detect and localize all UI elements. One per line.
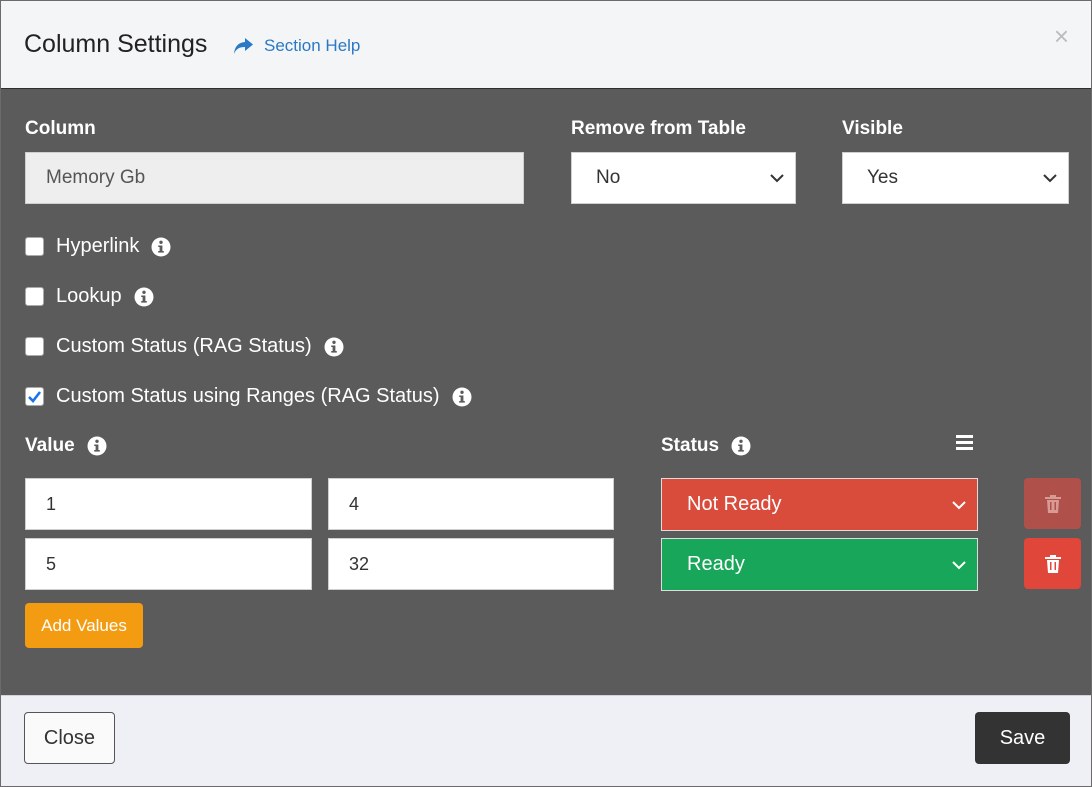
custom-status-ranges-checkbox[interactable] [25,387,44,406]
custom-status-ranges-option: Custom Status using Ranges (RAG Status) [25,385,472,408]
value-label: Value [25,435,75,456]
range-to-value: 32 [349,553,370,574]
status-select-not-ready[interactable]: Not Ready [661,478,978,531]
custom-status-checkbox[interactable] [25,337,44,356]
status-select-ready[interactable]: Ready [661,538,978,591]
lookup-option: Lookup [25,285,154,308]
add-values-button[interactable]: Add Values [25,603,143,648]
chevron-down-icon [952,500,966,509]
chevron-down-icon [952,560,966,569]
close-button[interactable]: Close [24,712,115,764]
chevron-down-icon [1043,174,1057,183]
delete-row-button[interactable] [1024,538,1081,589]
column-settings-modal: Column Settings Section Help × Column Re… [0,0,1092,787]
close-icon[interactable]: × [1054,23,1069,49]
status-value: Ready [687,553,745,575]
lookup-label: Lookup [56,285,122,307]
custom-status-ranges-label: Custom Status using Ranges (RAG Status) [56,385,440,407]
info-icon[interactable] [134,287,154,307]
range-to-input[interactable]: 32 [328,538,614,590]
custom-status-label: Custom Status (RAG Status) [56,335,312,357]
trash-icon [1044,494,1061,513]
column-name-value: Memory Gb [46,167,146,188]
delete-row-button-disabled[interactable] [1024,478,1081,529]
status-header: Status [661,435,751,457]
trash-icon [1044,554,1061,573]
remove-from-table-value: No [596,167,621,188]
range-from-input[interactable]: 5 [25,538,312,590]
range-to-input[interactable]: 4 [328,478,614,530]
remove-from-table-select[interactable]: No [571,152,796,204]
status-value: Not Ready [687,493,782,515]
hyperlink-option: Hyperlink [25,235,171,258]
modal-header: Column Settings Section Help × [1,1,1091,89]
section-help-link[interactable]: Section Help [233,36,360,56]
status-label: Status [661,435,720,456]
hamburger-menu-icon[interactable] [956,435,973,455]
share-arrow-icon [234,38,253,54]
lookup-checkbox[interactable] [25,287,44,306]
chevron-down-icon [770,174,784,183]
section-help-label: Section Help [264,36,361,55]
hyperlink-label: Hyperlink [56,235,140,257]
range-from-value: 1 [46,493,57,514]
info-icon[interactable] [324,337,344,357]
column-name-field[interactable]: Memory Gb [25,152,524,204]
checkmark-icon [28,391,42,403]
custom-status-option: Custom Status (RAG Status) [25,335,344,358]
visible-select[interactable]: Yes [842,152,1069,204]
info-icon[interactable] [151,237,171,257]
value-header: Value [25,435,107,457]
hyperlink-checkbox[interactable] [25,237,44,256]
info-icon[interactable] [731,436,751,456]
range-to-value: 4 [349,493,360,514]
visible-label: Visible [842,118,903,139]
info-icon[interactable] [87,436,107,456]
remove-from-table-label: Remove from Table [571,118,746,139]
save-button[interactable]: Save [975,712,1070,764]
range-from-input[interactable]: 1 [25,478,312,530]
visible-value: Yes [867,167,898,188]
info-icon[interactable] [452,387,472,407]
range-from-value: 5 [46,553,57,574]
modal-footer: Close Save [1,695,1091,786]
modal-title: Column Settings [24,30,208,58]
column-label: Column [25,118,96,139]
